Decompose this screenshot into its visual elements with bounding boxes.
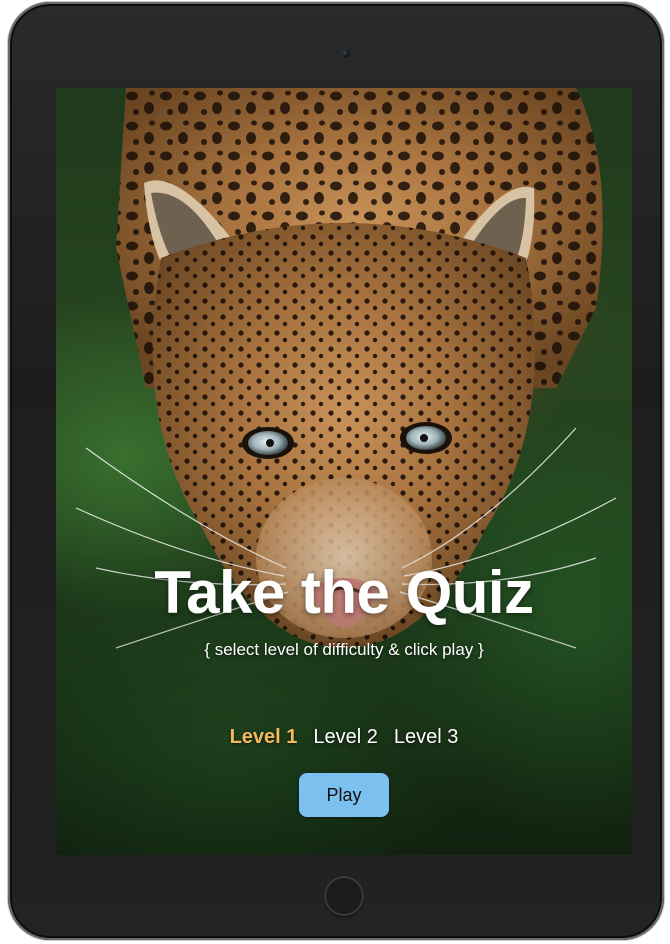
home-button[interactable]: [324, 876, 364, 916]
front-camera-icon: [341, 49, 350, 58]
quiz-title: Take the Quiz: [154, 559, 534, 626]
level-2-option[interactable]: Level 2: [313, 726, 378, 749]
play-button[interactable]: Play: [299, 773, 389, 817]
quiz-subtitle: { select level of difficulty & click pla…: [204, 640, 484, 659]
level-1-option[interactable]: Level 1: [230, 726, 298, 749]
level-3-option[interactable]: Level 3: [394, 726, 459, 749]
difficulty-level-selector: Level 1 Level 2 Level 3: [56, 726, 632, 749]
tablet-device-frame: Take the Quiz { select level of difficul…: [8, 2, 664, 940]
quiz-screen: Take the Quiz { select level of difficul…: [56, 88, 632, 855]
